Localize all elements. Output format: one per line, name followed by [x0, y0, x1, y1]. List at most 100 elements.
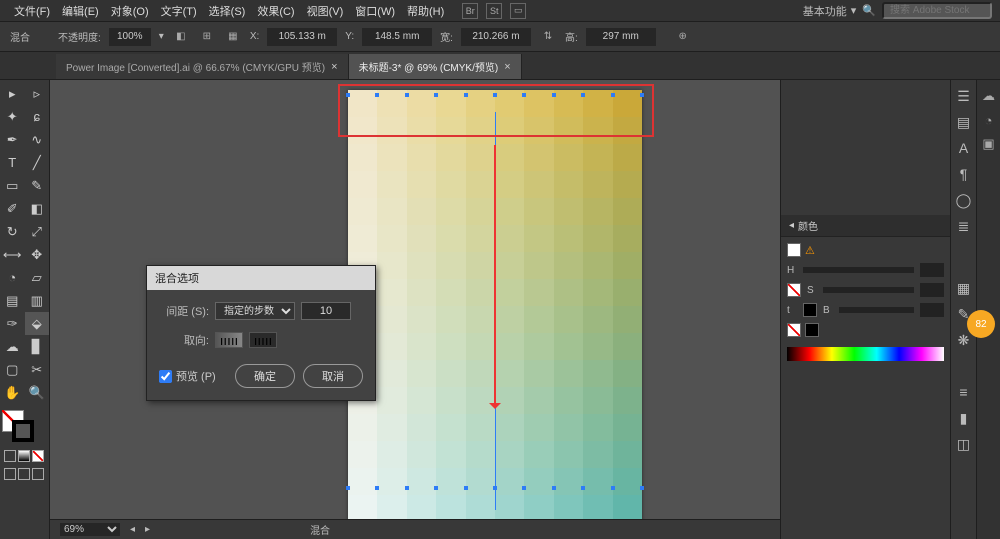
- fill-stroke-swatch[interactable]: [2, 410, 34, 442]
- black-swatch[interactable]: [805, 323, 819, 337]
- graph-tool[interactable]: ▊: [25, 335, 50, 358]
- shape-builder-tool[interactable]: ◔: [0, 266, 25, 289]
- document-tab[interactable]: Power Image [Converted].ai @ 66.67% (CMY…: [56, 54, 349, 79]
- hand-tool[interactable]: ✋: [0, 381, 25, 404]
- none-swatch-2[interactable]: [787, 323, 801, 337]
- close-icon[interactable]: ×: [331, 61, 337, 73]
- stock-icon[interactable]: St: [486, 3, 502, 19]
- curvature-tool[interactable]: ∿: [25, 128, 50, 151]
- pen-tool[interactable]: ✒: [0, 128, 25, 151]
- document-tab[interactable]: 未标题-3* @ 69% (CMYK/预览) ×: [349, 54, 522, 79]
- spacing-mode-select[interactable]: 指定的步数: [215, 302, 295, 320]
- orient-path-button[interactable]: ııııı: [249, 332, 277, 348]
- menu-edit[interactable]: 编辑(E): [56, 3, 105, 19]
- appearance-icon[interactable]: ◯: [954, 190, 974, 210]
- screen-normal[interactable]: [4, 468, 16, 480]
- line-tool[interactable]: ╱: [25, 151, 50, 174]
- align-icon[interactable]: ⊞: [198, 28, 216, 46]
- opacity-input[interactable]: [109, 28, 151, 46]
- canvas[interactable]: 混合选项 间距 (S): 指定的步数 取向: ııııı ııııı 预览 (P…: [50, 80, 780, 539]
- fill-swatch[interactable]: [787, 243, 801, 257]
- h-slider[interactable]: [803, 267, 914, 273]
- free-transform-tool[interactable]: ✥: [25, 243, 50, 266]
- properties-icon[interactable]: ☰: [954, 86, 974, 106]
- ok-button[interactable]: 确定: [235, 364, 295, 388]
- screen-full[interactable]: [18, 468, 30, 480]
- link-wh-icon[interactable]: ⇅: [539, 28, 557, 46]
- close-icon[interactable]: ×: [504, 61, 510, 73]
- color-themes-icon[interactable]: ◔: [979, 110, 999, 130]
- notification-badge[interactable]: 82: [967, 310, 995, 338]
- asset-icon[interactable]: ▣: [979, 134, 999, 154]
- direct-selection-tool[interactable]: ▹: [25, 82, 50, 105]
- preview-checkbox[interactable]: 预览 (P): [159, 368, 216, 384]
- x-input[interactable]: [267, 28, 337, 46]
- gradient-tool[interactable]: ▥: [25, 289, 50, 312]
- symbol-tool[interactable]: ☁: [0, 335, 25, 358]
- magic-wand-tool[interactable]: ✦: [0, 105, 25, 128]
- menu-view[interactable]: 视图(V): [301, 3, 350, 19]
- stroke-icon[interactable]: ≡: [954, 382, 974, 402]
- style-icon[interactable]: ◧: [172, 28, 190, 46]
- character-icon[interactable]: A: [954, 138, 974, 158]
- s-slider[interactable]: [823, 287, 914, 293]
- rotate-tool[interactable]: ↻: [0, 220, 25, 243]
- blend-tool[interactable]: ⬙: [25, 312, 50, 335]
- transform-icon[interactable]: ▦: [224, 28, 242, 46]
- s-value[interactable]: [920, 283, 944, 297]
- menu-window[interactable]: 窗口(W): [349, 3, 401, 19]
- color-panel-header[interactable]: ◂ 颜色: [781, 215, 950, 237]
- gradient-panel-icon[interactable]: ▮: [954, 408, 974, 428]
- preview-checkbox-input[interactable]: [159, 370, 172, 383]
- type-tool[interactable]: T: [0, 151, 25, 174]
- rectangle-tool[interactable]: ▭: [0, 174, 25, 197]
- width-tool[interactable]: ⟷: [0, 243, 25, 266]
- color-spectrum[interactable]: [787, 347, 944, 361]
- arrange-icon[interactable]: ▭: [510, 3, 526, 19]
- slice-tool[interactable]: ✂: [25, 358, 50, 381]
- menu-select[interactable]: 选择(S): [203, 3, 252, 19]
- artboard-tool[interactable]: ▢: [0, 358, 25, 381]
- y-input[interactable]: [362, 28, 432, 46]
- screen-present[interactable]: [32, 468, 44, 480]
- eyedropper-tool[interactable]: ✑: [0, 312, 25, 335]
- zoom-tool[interactable]: 🔍: [25, 381, 50, 404]
- bridge-icon[interactable]: Br: [462, 3, 478, 19]
- stock-search-input[interactable]: [882, 2, 992, 19]
- menu-type[interactable]: 文字(T): [155, 3, 203, 19]
- b-value[interactable]: [920, 303, 944, 317]
- mesh-tool[interactable]: ▤: [0, 289, 25, 312]
- color-mode[interactable]: [4, 450, 16, 462]
- nav-next-icon[interactable]: ▸: [145, 524, 150, 535]
- eraser-tool[interactable]: ◧: [25, 197, 50, 220]
- spacing-value-input[interactable]: [301, 302, 351, 320]
- workspace-switcher[interactable]: 基本功能 ▾: [803, 3, 857, 19]
- gradient-mode[interactable]: [18, 450, 30, 462]
- b-swatch[interactable]: [803, 303, 817, 317]
- isolate-icon[interactable]: ⊕: [674, 28, 692, 46]
- libraries-icon[interactable]: ▤: [954, 112, 974, 132]
- transparency-icon[interactable]: ◫: [954, 434, 974, 454]
- menu-file[interactable]: 文件(F): [8, 3, 56, 19]
- layers-icon[interactable]: ≣: [954, 216, 974, 236]
- h-value[interactable]: [920, 263, 944, 277]
- selection-tool[interactable]: ▸: [0, 82, 25, 105]
- shaper-tool[interactable]: ✐: [0, 197, 25, 220]
- menu-object[interactable]: 对象(O): [105, 3, 155, 19]
- scale-tool[interactable]: ⤢: [25, 220, 50, 243]
- paragraph-icon[interactable]: ¶: [954, 164, 974, 184]
- paintbrush-tool[interactable]: ✎: [25, 174, 50, 197]
- b-slider[interactable]: [839, 307, 914, 313]
- none-mode[interactable]: [32, 450, 44, 462]
- nav-prev-icon[interactable]: ◂: [130, 524, 135, 535]
- cloud-icon[interactable]: ☁: [979, 86, 999, 106]
- zoom-select[interactable]: 69%: [60, 523, 120, 536]
- chevron-down-icon[interactable]: ▾: [159, 31, 164, 42]
- lasso-tool[interactable]: ɕ: [25, 105, 50, 128]
- h-input[interactable]: [586, 28, 656, 46]
- swatches-icon[interactable]: ▦: [954, 278, 974, 298]
- none-swatch[interactable]: [787, 283, 801, 297]
- w-input[interactable]: [461, 28, 531, 46]
- orient-page-button[interactable]: ııııı: [215, 332, 243, 348]
- perspective-tool[interactable]: ▱: [25, 266, 50, 289]
